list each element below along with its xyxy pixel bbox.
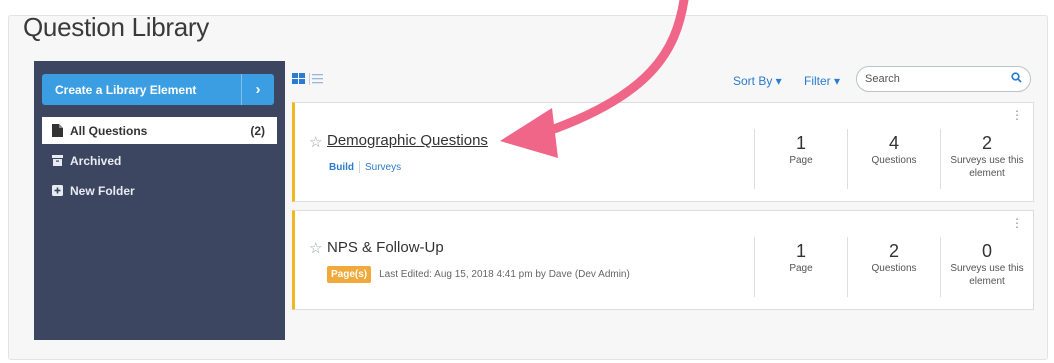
search-input[interactable] (865, 73, 1011, 85)
stat-surveys: 2 Surveys use this element (940, 129, 1033, 189)
card-title-link[interactable]: Demographic Questions (327, 132, 488, 149)
view-toggle (292, 72, 323, 90)
surveys-link[interactable]: Surveys (365, 162, 401, 173)
create-button-label: Create a Library Element (55, 82, 197, 97)
library-card: ☆ NPS & Follow-Up Page(s) Last Edited: A… (292, 210, 1034, 310)
card-stats: 1 Page 2 Questions 0 Surveys use this el… (754, 237, 1033, 297)
sidebar-item-count: (2) (250, 123, 265, 138)
stat-value: 0 (981, 241, 992, 261)
search-box (856, 66, 1031, 92)
more-options-icon[interactable]: ⋮ (1011, 109, 1023, 121)
toolbar: Sort By ▾ Filter ▾ (290, 66, 1038, 96)
sidebar-item-archived[interactable]: Archived (42, 147, 277, 174)
build-link[interactable]: Build (329, 162, 354, 173)
last-edited-text: Last Edited: Aug 15, 2018 4:41 pm by Dav… (379, 269, 630, 280)
stat-label: Page (789, 155, 813, 166)
stat-label: Questions (871, 155, 917, 166)
star-icon[interactable]: ☆ (309, 239, 322, 257)
sidebar-item-label: All Questions (70, 123, 148, 138)
card-title-link[interactable]: NPS & Follow-Up (327, 239, 444, 256)
stat-value: 1 (795, 133, 806, 153)
list-view-icon[interactable] (309, 72, 323, 90)
stat-label: Page (789, 263, 813, 274)
stat-questions: 4 Questions (847, 129, 940, 189)
sidebar-item-new-folder[interactable]: New Folder (42, 177, 277, 204)
sort-by-dropdown[interactable]: Sort By ▾ (733, 74, 782, 88)
sidebar-item-all-questions[interactable]: All Questions (2) (42, 117, 277, 144)
pages-badge: Page(s) (327, 266, 372, 283)
file-icon (52, 124, 67, 137)
card-links: Build Surveys (329, 161, 401, 173)
grid-view-icon[interactable] (292, 72, 305, 90)
stat-value: 4 (888, 133, 899, 153)
sidebar-item-label: Archived (70, 153, 122, 168)
stat-pages: 1 Page (754, 129, 847, 189)
card-stats: 1 Page 4 Questions 2 Surveys use this el… (754, 129, 1033, 189)
create-library-element-button[interactable]: Create a Library Element › (42, 74, 274, 105)
sidebar: Create a Library Element › All Questions… (34, 61, 285, 340)
stat-label: Questions (871, 263, 917, 274)
sidebar-nav: All Questions (2) Archived New Folder (42, 117, 277, 207)
more-options-icon[interactable]: ⋮ (1011, 217, 1023, 229)
link-divider (359, 161, 360, 173)
card-meta: Page(s) Last Edited: Aug 15, 2018 4:41 p… (327, 266, 630, 283)
archive-icon (52, 155, 67, 166)
stat-label: Surveys use this element (950, 155, 1024, 179)
page-title: Question Library (23, 12, 209, 42)
stat-surveys: 0 Surveys use this element (940, 237, 1033, 297)
stat-value: 1 (795, 241, 806, 261)
library-card: ☆ Demographic Questions Build Surveys ⋮ … (292, 102, 1034, 202)
stat-value: 2 (981, 133, 992, 153)
star-icon[interactable]: ☆ (309, 133, 322, 151)
search-icon[interactable] (1011, 70, 1022, 88)
stat-label: Surveys use this element (950, 263, 1024, 287)
chevron-right-icon[interactable]: › (241, 74, 274, 105)
stat-value: 2 (888, 241, 899, 261)
plus-square-icon (52, 185, 67, 196)
stat-questions: 2 Questions (847, 237, 940, 297)
sidebar-item-label: New Folder (70, 183, 135, 198)
stat-pages: 1 Page (754, 237, 847, 297)
filter-dropdown[interactable]: Filter ▾ (804, 74, 840, 88)
